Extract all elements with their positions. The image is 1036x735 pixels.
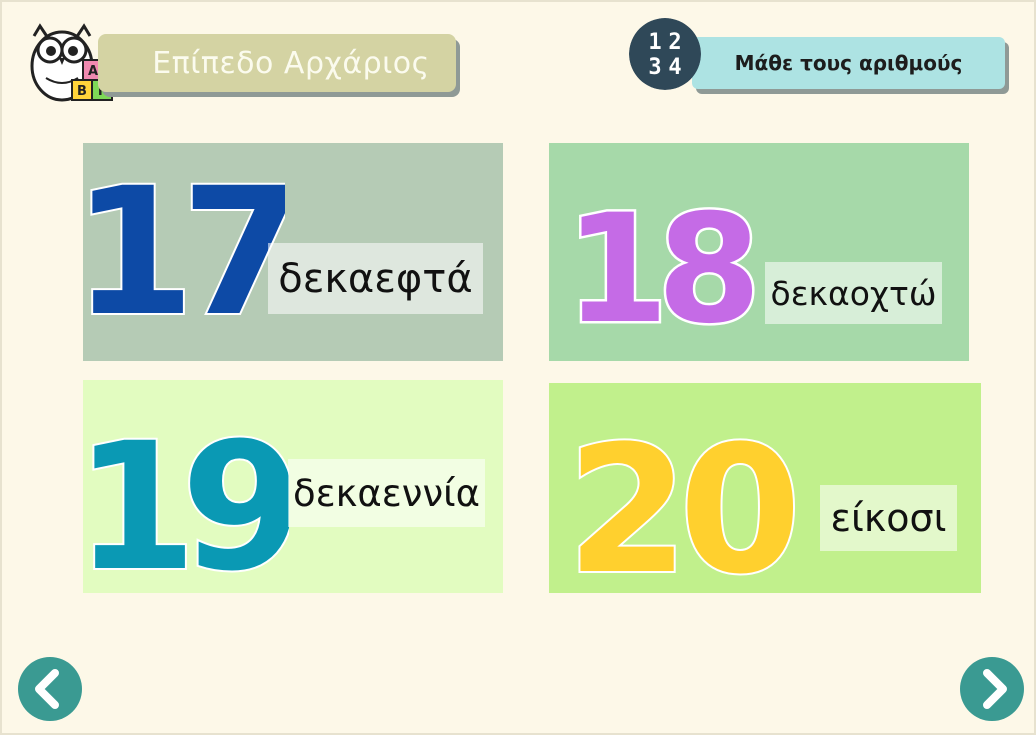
level-label: Επίπεδο Αρχάριος — [152, 45, 430, 81]
chevron-right-icon — [983, 669, 1007, 709]
word-text: δεκαοχτώ — [770, 273, 937, 313]
number-card-17[interactable]: 17 δεκαεφτά — [83, 143, 503, 361]
number-card-19[interactable]: 19 δεκαεννία — [83, 380, 503, 593]
badge-digit-1: 1 — [648, 30, 661, 55]
badge-digit-4: 4 — [668, 55, 681, 80]
page-frame — [0, 0, 1036, 735]
numbers-badge-icon: 1 2 3 4 — [629, 18, 701, 90]
badge-digit-2: 2 — [668, 30, 681, 55]
number-20-text: 20 — [567, 409, 794, 579]
topic-banner: Μάθε τους αριθμούς — [692, 37, 1005, 89]
badge-digit-3: 3 — [648, 55, 661, 80]
word-label: δεκαεννία — [288, 459, 485, 527]
word-label: είκοσι — [820, 485, 957, 551]
number-card-20[interactable]: 20 είκοσι — [549, 383, 981, 593]
number-19-graphic: 19 — [89, 410, 289, 580]
next-button[interactable] — [960, 657, 1024, 721]
number-18-graphic: 18 — [562, 191, 767, 351]
previous-button[interactable] — [18, 657, 82, 721]
number-17-graphic: 17 — [85, 167, 285, 337]
chevron-left-icon — [35, 669, 59, 709]
level-banner: Επίπεδο Αρχάριος — [98, 34, 456, 92]
number-card-18[interactable]: 18 δεκαοχτώ — [549, 143, 969, 361]
word-label: δεκαοχτώ — [765, 262, 942, 324]
number-17-text: 17 — [85, 167, 285, 337]
number-18-text: 18 — [565, 191, 753, 351]
logo-block-b: Β — [77, 84, 87, 99]
word-text: δεκαεννία — [292, 471, 481, 515]
word-text: δεκαεφτά — [278, 255, 473, 302]
word-label: δεκαεφτά — [268, 243, 483, 314]
word-text: είκοσι — [830, 496, 947, 540]
number-19-text: 19 — [89, 410, 289, 580]
topic-label: Μάθε τους αριθμούς — [734, 51, 963, 75]
logo-block-a: Α — [88, 64, 98, 79]
number-20-graphic: 20 — [565, 409, 806, 579]
